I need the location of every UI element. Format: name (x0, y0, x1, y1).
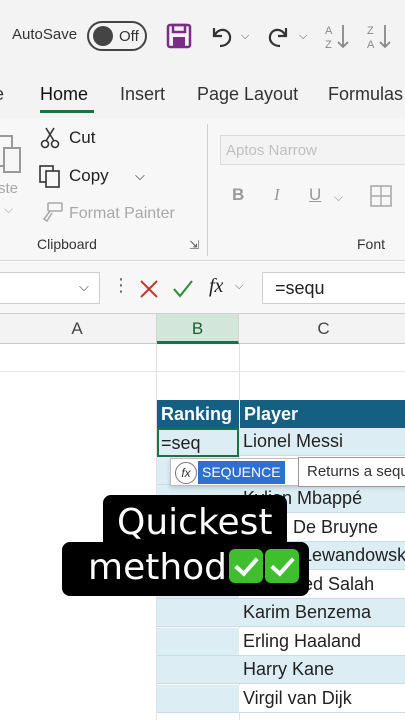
format-painter-icon (42, 202, 63, 223)
tab-home[interactable]: Home (40, 84, 88, 105)
clipboard-launcher-icon[interactable]: ⇲ (189, 238, 199, 252)
svg-text:Z: Z (325, 39, 332, 50)
paste-icon[interactable] (0, 128, 24, 178)
table-header-ranking[interactable]: Ranking (157, 400, 239, 428)
table-header-player[interactable]: Player (239, 400, 405, 428)
gridline (0, 371, 405, 372)
toggle-knob (93, 26, 113, 46)
more-options-icon[interactable]: ⋮ (112, 275, 130, 296)
table-cell-player[interactable]: Harry Kane (239, 656, 405, 684)
caption-line-2: method (62, 542, 310, 596)
tab-insert[interactable]: Insert (120, 84, 165, 105)
save-icon[interactable] (166, 22, 192, 50)
sort-descending-icon[interactable]: Z A (366, 22, 392, 50)
active-cell-value: =seq (161, 433, 201, 453)
table-cell-player[interactable]: Karim Benzema (239, 599, 405, 627)
sort-ascending-icon[interactable]: A Z (324, 22, 350, 50)
copy-dropdown-icon[interactable]: ⌵ (135, 168, 145, 184)
table-cell-ranking[interactable] (157, 627, 239, 656)
scissors-icon (40, 127, 60, 149)
copy-button[interactable]: Copy (69, 166, 109, 186)
check-mark-icon (229, 549, 264, 583)
tab-formulas[interactable]: Formulas (328, 84, 403, 105)
tab-page-layout[interactable]: Page Layout (197, 84, 298, 105)
worksheet-grid[interactable]: Ranking Player Lionel MessiNeymar JrKyli… (0, 344, 405, 720)
autocomplete-item-sequence[interactable]: SEQUENCE (198, 461, 285, 484)
function-icon: fx (175, 462, 197, 484)
caption-line-1: Quickest (103, 495, 287, 549)
clipboard-group-label: Clipboard (37, 236, 97, 252)
svg-text:A: A (367, 39, 375, 50)
name-box[interactable]: ⌵ (0, 272, 100, 304)
italic-button[interactable]: I (274, 185, 280, 205)
underline-button[interactable]: U (309, 185, 321, 205)
table-cell-player[interactable]: Lionel Messi (239, 428, 405, 456)
cut-button[interactable]: Cut (69, 128, 95, 148)
column-header-a[interactable]: A (0, 314, 157, 344)
autosave-toggle[interactable]: Off (87, 21, 147, 51)
quick-access-toolbar: AutoSave Off ⌵ ⌵ A Z Z A (0, 0, 405, 70)
undo-icon[interactable] (208, 22, 234, 50)
table-cell-player[interactable]: Erling Haaland (239, 627, 405, 656)
table-cell-ranking[interactable] (157, 684, 239, 713)
caption-text-1: Quickest (117, 502, 273, 543)
autosave-label: AutoSave (12, 26, 78, 43)
formula-bar: ⌵ ⋮ fx ⌵ =sequ (0, 262, 405, 314)
column-headers: A B C (0, 314, 405, 344)
check-mark-icon (265, 549, 300, 583)
underline-dropdown-icon[interactable]: ⌵ (334, 190, 343, 205)
svg-text:A: A (325, 25, 333, 37)
copy-icon (39, 165, 60, 188)
function-autocomplete[interactable]: fx SEQUENCE Returns a sequence (170, 457, 405, 487)
cancel-icon[interactable] (139, 279, 159, 299)
table-cell-ranking[interactable] (157, 656, 239, 684)
formula-input[interactable]: =sequ (262, 272, 405, 304)
enter-check-icon[interactable] (172, 279, 194, 299)
borders-icon[interactable] (369, 184, 393, 208)
undo-dropdown-icon[interactable]: ⌵ (241, 30, 249, 43)
column-header-b[interactable]: B (157, 314, 239, 344)
ribbon-home: ste ⌵ Cut Copy ⌵ Format Painter Clipboar… (0, 118, 405, 261)
table-cell-ranking[interactable] (157, 599, 239, 627)
insert-function-icon[interactable]: fx (209, 275, 223, 298)
function-dropdown-icon[interactable]: ⌵ (235, 280, 243, 293)
tab-file[interactable]: e (0, 84, 4, 105)
active-tab-indicator (40, 110, 94, 113)
redo-icon[interactable] (266, 22, 292, 50)
paste-label[interactable]: ste (0, 180, 18, 197)
redo-dropdown-icon[interactable]: ⌵ (299, 30, 307, 43)
function-tooltip: Returns a sequence (298, 457, 405, 487)
active-cell[interactable]: =seq (157, 428, 239, 457)
autosave-state: Off (119, 28, 139, 45)
bold-button[interactable]: B (232, 185, 244, 205)
font-group-label: Font (357, 236, 386, 252)
font-name-box[interactable]: Aptos Narrow (220, 135, 405, 165)
svg-text:Z: Z (367, 25, 374, 37)
table-cell-player[interactable]: Virgil van Dijk (239, 684, 405, 713)
format-painter-button[interactable]: Format Painter (69, 205, 175, 223)
group-separator (207, 124, 208, 256)
paste-dropdown-icon[interactable]: ⌵ (4, 202, 13, 217)
name-box-dropdown-icon[interactable]: ⌵ (79, 279, 89, 295)
caption-text-2: method (88, 547, 228, 588)
column-header-c[interactable]: C (239, 314, 405, 344)
